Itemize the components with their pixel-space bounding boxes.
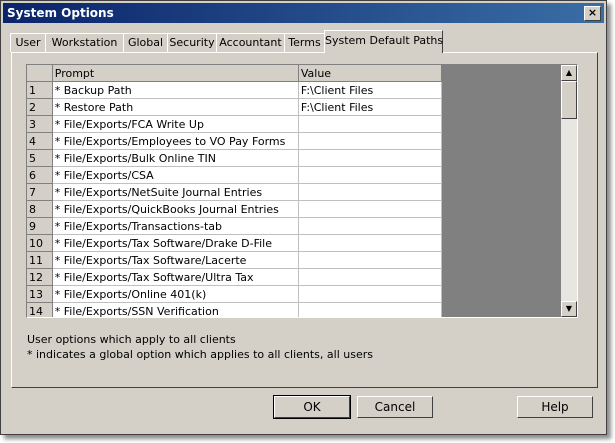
row-number-cell: 14 bbox=[27, 302, 53, 317]
prompt-cell: * File/Exports/QuickBooks Journal Entrie… bbox=[52, 200, 299, 218]
row-number-cell: 8 bbox=[27, 200, 53, 218]
title-bar[interactable]: System Options × bbox=[3, 3, 604, 23]
value-cell[interactable] bbox=[298, 234, 443, 252]
value-cell[interactable] bbox=[298, 183, 443, 201]
table-row[interactable]: 1 * Backup Path F:\Client Files bbox=[27, 81, 443, 99]
tab-system-default-paths[interactable]: System Default Paths bbox=[324, 30, 443, 53]
vertical-scrollbar[interactable]: ▲ ▼ bbox=[561, 65, 577, 317]
close-icon[interactable]: × bbox=[584, 6, 601, 21]
value-cell[interactable] bbox=[298, 132, 443, 150]
table-row[interactable]: 7 * File/Exports/NetSuite Journal Entries bbox=[27, 183, 443, 201]
value-cell[interactable]: F:\Client Files bbox=[298, 81, 443, 99]
prompt-cell: * File/Exports/Bulk Online TIN bbox=[52, 149, 299, 167]
ok-button[interactable]: OK bbox=[273, 395, 351, 419]
row-number-cell: 12 bbox=[27, 268, 53, 286]
value-cell[interactable] bbox=[298, 149, 443, 167]
value-cell[interactable] bbox=[298, 285, 443, 303]
row-number-cell: 13 bbox=[27, 285, 53, 303]
row-number-cell: 5 bbox=[27, 149, 53, 167]
paths-grid: Prompt Value 1 * Backup Path F:\Client Fil… bbox=[26, 64, 578, 318]
value-column-header[interactable]: Value bbox=[298, 65, 443, 82]
value-cell[interactable] bbox=[298, 251, 443, 269]
row-number-cell: 1 bbox=[27, 81, 53, 99]
note-global-option: * indicates a global option which applie… bbox=[27, 348, 373, 361]
value-cell[interactable]: F:\Client Files bbox=[298, 98, 443, 116]
row-number-cell: 2 bbox=[27, 98, 53, 116]
table-row[interactable]: 14 * File/Exports/SSN Verification bbox=[27, 302, 443, 317]
table-row[interactable]: 8 * File/Exports/QuickBooks Journal Entri… bbox=[27, 200, 443, 218]
tab-global[interactable]: Global bbox=[123, 33, 168, 52]
tab-security[interactable]: Security bbox=[167, 33, 217, 52]
tab-user[interactable]: User bbox=[10, 33, 46, 52]
row-number-cell: 6 bbox=[27, 166, 53, 184]
table-row[interactable]: 11 * File/Exports/Tax Software/Lacerte bbox=[27, 251, 443, 269]
table-row[interactable]: 4 * File/Exports/Employees to VO Pay Form… bbox=[27, 132, 443, 150]
paths-table: Prompt Value 1 * Backup Path F:\Client Fil… bbox=[27, 65, 443, 317]
table-header-row: Prompt Value bbox=[27, 65, 443, 82]
row-number-cell: 9 bbox=[27, 217, 53, 235]
cancel-button[interactable]: Cancel bbox=[357, 396, 433, 418]
window-title: System Options bbox=[7, 6, 114, 20]
prompt-cell: * File/Exports/Tax Software/Drake D-File bbox=[52, 234, 299, 252]
prompt-column-header[interactable]: Prompt bbox=[52, 65, 299, 82]
prompt-cell: * File/Exports/Transactions-tab bbox=[52, 217, 299, 235]
table-row[interactable]: 12 * File/Exports/Tax Software/Ultra Tax bbox=[27, 268, 443, 286]
row-number-cell: 7 bbox=[27, 183, 53, 201]
tab-workstation[interactable]: Workstation bbox=[45, 33, 124, 52]
table-row[interactable]: 13 * File/Exports/Online 401(k) bbox=[27, 285, 443, 303]
row-number-cell: 3 bbox=[27, 115, 53, 133]
note-user-options: User options which apply to all clients bbox=[27, 333, 236, 346]
prompt-cell: * File/Exports/NetSuite Journal Entries bbox=[52, 183, 299, 201]
prompt-cell: * Backup Path bbox=[52, 81, 299, 99]
scroll-thumb[interactable] bbox=[561, 81, 577, 119]
table-row[interactable]: 9 * File/Exports/Transactions-tab bbox=[27, 217, 443, 235]
tab-terms[interactable]: Terms bbox=[284, 33, 325, 52]
value-cell[interactable] bbox=[298, 217, 443, 235]
prompt-cell: * File/Exports/CSA bbox=[52, 166, 299, 184]
prompt-cell: * File/Exports/SSN Verification bbox=[52, 302, 299, 317]
table-row[interactable]: 2 * Restore Path F:\Client Files bbox=[27, 98, 443, 116]
prompt-cell: * File/Exports/FCA Write Up bbox=[52, 115, 299, 133]
row-number-header bbox=[27, 65, 53, 82]
prompt-cell: * File/Exports/Tax Software/Ultra Tax bbox=[52, 268, 299, 286]
prompt-cell: * File/Exports/Employees to VO Pay Forms bbox=[52, 132, 299, 150]
table-row[interactable]: 10 * File/Exports/Tax Software/Drake D-Fi… bbox=[27, 234, 443, 252]
scroll-down-icon[interactable]: ▼ bbox=[561, 301, 577, 317]
row-number-cell: 10 bbox=[27, 234, 53, 252]
table-row[interactable]: 3 * File/Exports/FCA Write Up bbox=[27, 115, 443, 133]
tab-accountant[interactable]: Accountant bbox=[216, 33, 285, 52]
prompt-cell: * File/Exports/Tax Software/Lacerte bbox=[52, 251, 299, 269]
scroll-up-icon[interactable]: ▲ bbox=[561, 65, 577, 81]
help-button[interactable]: Help bbox=[517, 396, 593, 418]
table-row[interactable]: 5 * File/Exports/Bulk Online TIN bbox=[27, 149, 443, 167]
prompt-cell: * Restore Path bbox=[52, 98, 299, 116]
row-number-cell: 11 bbox=[27, 251, 53, 269]
prompt-cell: * File/Exports/Online 401(k) bbox=[52, 285, 299, 303]
value-cell[interactable] bbox=[298, 302, 443, 317]
table-row[interactable]: 6 * File/Exports/CSA bbox=[27, 166, 443, 184]
row-number-cell: 4 bbox=[27, 132, 53, 150]
value-cell[interactable] bbox=[298, 268, 443, 286]
value-cell[interactable] bbox=[298, 200, 443, 218]
value-cell[interactable] bbox=[298, 115, 443, 133]
value-cell[interactable] bbox=[298, 166, 443, 184]
